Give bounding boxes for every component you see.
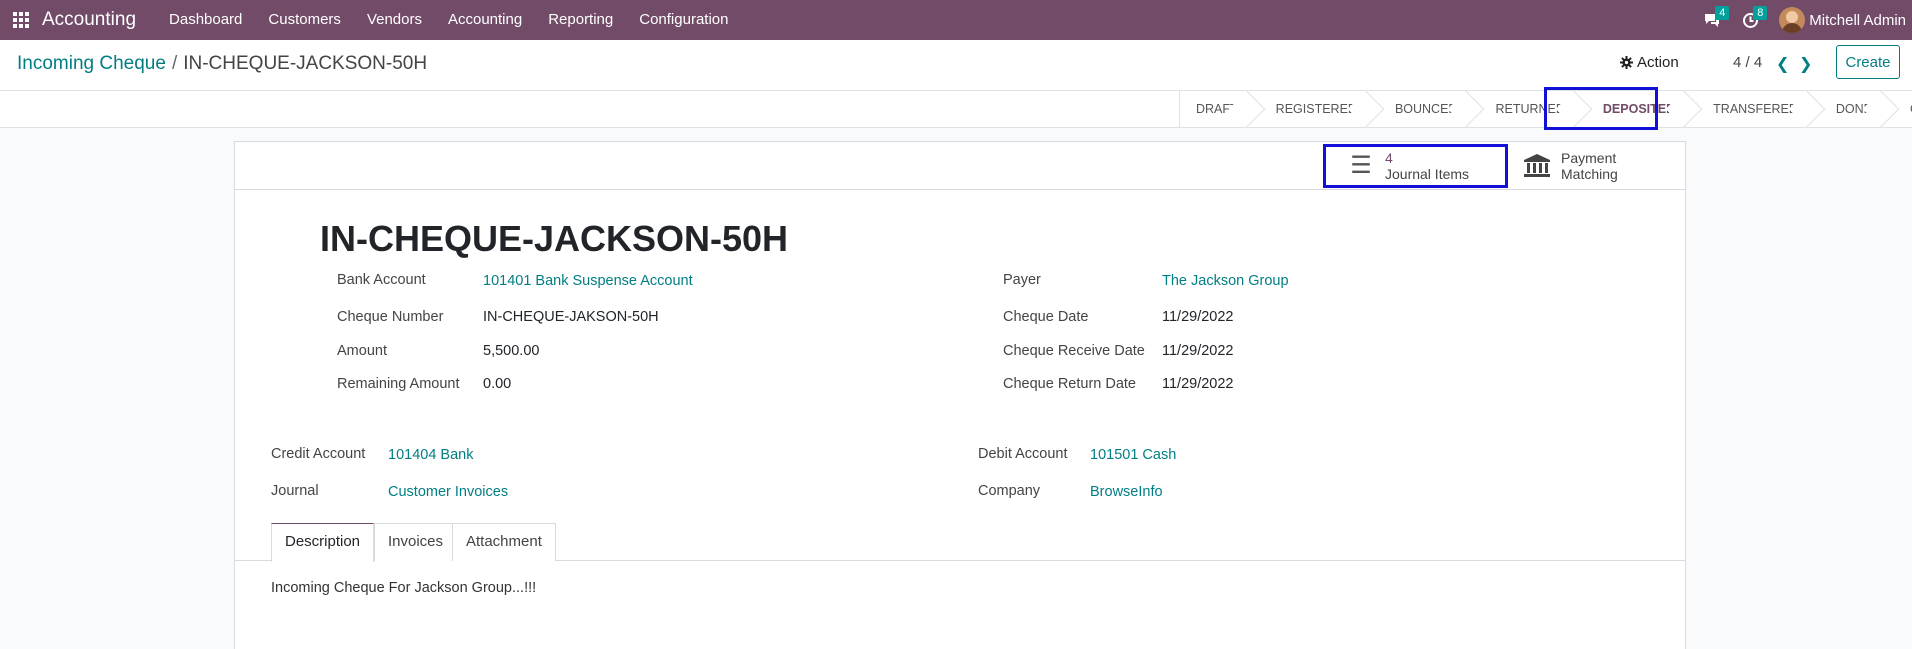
messages-button[interactable]: 4 (1693, 0, 1731, 40)
description-text: Incoming Cheque For Jackson Group...!!! (271, 580, 537, 596)
activities-button[interactable]: 8 (1731, 0, 1769, 40)
highlight-deposited (1544, 87, 1658, 130)
payment-matching-smart-button[interactable]: Payment Matching (1523, 142, 1653, 190)
cheque-receive-date-value: 11/29/2022 (1162, 343, 1234, 359)
cheque-number-value: IN-CHEQUE-JAKSON-50H (483, 309, 659, 325)
cheque-return-date-value: 11/29/2022 (1162, 376, 1234, 392)
messages-badge: 4 (1715, 6, 1730, 20)
credit-account-label: Credit Account (271, 446, 366, 462)
action-label: Action (1637, 54, 1679, 71)
form-sheet: ☰ 4 Journal Items Payment Matching IN-CH… (234, 141, 1686, 649)
payer-link[interactable]: The Jackson Group (1162, 273, 1289, 289)
debit-account-label: Debit Account (978, 446, 1068, 462)
menu-vendors[interactable]: Vendors (354, 0, 435, 40)
breadcrumb-current: IN-CHEQUE-JACKSON-50H (183, 53, 428, 74)
cheque-receive-date-label: Cheque Receive Date (1003, 343, 1145, 359)
menu-reporting[interactable]: Reporting (535, 0, 626, 40)
payer-label: Payer (1003, 272, 1041, 288)
bank-icon (1524, 154, 1550, 177)
user-menu[interactable]: Mitchell Admin (1809, 12, 1912, 29)
journal-label: Journal (271, 483, 319, 499)
notebook-tabs: Description Invoices Attachment (235, 523, 1685, 562)
activities-badge: 8 (1753, 6, 1768, 20)
breadcrumb-parent-link[interactable]: Incoming Cheque (17, 53, 166, 74)
company-label: Company (978, 483, 1041, 499)
company-link[interactable]: BrowseInfo (1090, 484, 1163, 500)
menu-customers[interactable]: Customers (255, 0, 354, 40)
cheque-number-label: Cheque Number (337, 309, 444, 325)
payment-matching-line2: Matching (1561, 166, 1618, 182)
tab-invoices[interactable]: Invoices (374, 523, 458, 561)
create-button[interactable]: Create (1836, 45, 1900, 79)
pager-value[interactable]: 4 / 4 (1733, 54, 1762, 71)
pager-previous-icon[interactable]: ❮ (1776, 54, 1789, 74)
stage-registered[interactable]: REGISTERED (1252, 91, 1371, 127)
payment-matching-line1: Payment (1561, 150, 1617, 166)
cheque-date-value: 11/29/2022 (1162, 309, 1234, 325)
amount-label: Amount (337, 343, 387, 359)
menu-accounting[interactable]: Accounting (435, 0, 535, 40)
credit-account-link[interactable]: 101404 Bank (388, 447, 473, 463)
stage-bounced[interactable]: BOUNCED (1371, 91, 1472, 127)
stage-draft[interactable]: DRAFT (1180, 91, 1252, 127)
debit-account-link[interactable]: 101501 Cash (1090, 447, 1176, 463)
remaining-amount-value: 0.00 (483, 376, 512, 392)
highlight-journal-items (1323, 144, 1508, 188)
bank-account-link[interactable]: 101401 Bank Suspense Account (483, 273, 693, 289)
top-navbar: Accounting Dashboard Customers Vendors A… (0, 0, 1912, 40)
control-panel: Incoming Cheque / IN-CHEQUE-JACKSON-50H Ac… (0, 40, 1912, 90)
record-title: IN-CHEQUE-JACKSON-50H (320, 218, 789, 259)
amount-value: 5,500.00 (483, 343, 540, 359)
stage-transfered[interactable]: TRANSFERED (1689, 91, 1812, 127)
breadcrumb-separator: / (171, 53, 178, 74)
apps-menu-icon[interactable] (0, 0, 42, 40)
breadcrumb: Incoming Cheque / IN-CHEQUE-JACKSON-50H (17, 53, 427, 75)
action-dropdown-button[interactable]: Action (1620, 54, 1679, 71)
tab-description[interactable]: Description (271, 523, 375, 562)
journal-link[interactable]: Customer Invoices (388, 484, 508, 500)
bank-account-label: Bank Account (337, 272, 426, 288)
remaining-amount-label: Remaining Amount (337, 376, 460, 392)
menu-configuration[interactable]: Configuration (626, 0, 741, 40)
pager-next-icon[interactable]: ❯ (1799, 54, 1812, 74)
app-brand[interactable]: Accounting (42, 9, 136, 31)
cheque-date-label: Cheque Date (1003, 309, 1089, 325)
cheque-return-date-label: Cheque Return Date (1003, 376, 1136, 392)
tab-attachment[interactable]: Attachment (452, 523, 556, 561)
payment-matching-text: Payment Matching (1561, 150, 1618, 182)
menu-dashboard[interactable]: Dashboard (156, 0, 255, 40)
user-avatar[interactable] (1779, 7, 1806, 33)
gear-icon (1620, 56, 1633, 69)
